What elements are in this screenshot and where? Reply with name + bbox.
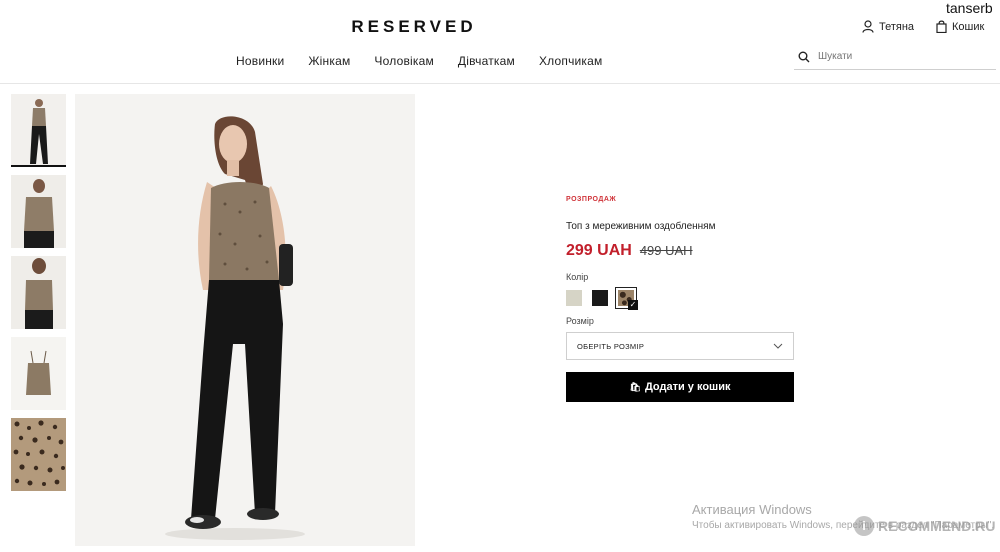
- site-header: RESERVED tanserb Тетяна Кошик Новинки Жі…: [0, 0, 1000, 84]
- nav-item-boys[interactable]: Хлопчикам: [539, 54, 603, 68]
- brand-logo[interactable]: RESERVED: [0, 17, 828, 37]
- bag-icon: [936, 20, 947, 33]
- thumbnail-fabric-detail[interactable]: [11, 418, 66, 491]
- thumbnail-back-view[interactable]: [11, 256, 66, 329]
- search-bar: [794, 44, 996, 70]
- main-product-photo[interactable]: [75, 94, 415, 546]
- size-label: Розмір: [566, 316, 594, 326]
- recommend-logo-icon: i: [854, 516, 874, 536]
- nav-item-men[interactable]: Чоловікам: [374, 54, 434, 68]
- product-title: Топ з мереживним оздобленням: [566, 221, 716, 232]
- color-swatches: ✓: [566, 287, 794, 310]
- nav-item-new[interactable]: Новинки: [236, 54, 284, 68]
- thumbnail-front-closeup[interactable]: [11, 175, 66, 248]
- nav-item-girls[interactable]: Дівчаткам: [458, 54, 515, 68]
- color-swatch-black[interactable]: [592, 290, 608, 306]
- thumbnail-product-flat[interactable]: [11, 337, 66, 410]
- shopping-bag-icon: 🛍: [629, 381, 641, 392]
- sale-badge: РОЗПРОДАЖ: [566, 196, 617, 203]
- thumbnail-gallery: [11, 94, 66, 499]
- recommend-watermark-text: RECOMMEND.RU: [878, 518, 996, 534]
- nav-item-women[interactable]: Жінкам: [308, 54, 350, 68]
- size-dropdown[interactable]: ОБЕРІТЬ РОЗМІР: [566, 332, 794, 360]
- account-link[interactable]: Тетяна: [862, 20, 914, 33]
- thumbnail-full-look[interactable]: [11, 94, 66, 167]
- color-label: Колір: [566, 272, 589, 282]
- user-icon: [862, 20, 874, 33]
- cart-link[interactable]: Кошик: [936, 20, 984, 33]
- chevron-down-icon: [773, 343, 783, 349]
- current-price: 299 UAH: [566, 242, 632, 259]
- color-swatch-leopard[interactable]: ✓: [615, 287, 638, 310]
- main-nav: Новинки Жінкам Чоловікам Дівчаткам Хлопч…: [236, 54, 626, 68]
- add-to-cart-button[interactable]: 🛍 Додати у кошик: [566, 372, 794, 402]
- add-to-cart-label: Додати у кошик: [644, 381, 731, 393]
- user-name: Тетяна: [879, 20, 915, 33]
- color-swatch-beige[interactable]: [566, 290, 582, 306]
- selected-check-icon: ✓: [628, 300, 638, 310]
- recommend-watermark: i RECOMMEND.RU: [854, 516, 995, 536]
- windows-activation-title: Активация Windows: [692, 502, 812, 517]
- cart-label: Кошик: [952, 20, 985, 33]
- old-price: 499 UAH: [639, 243, 693, 258]
- overlay-username: tanserb: [946, 0, 993, 16]
- search-icon[interactable]: [798, 51, 810, 63]
- price-block: 299 UAH 499 UAH: [566, 242, 794, 260]
- size-dropdown-value: ОБЕРІТЬ РОЗМІР: [577, 341, 645, 351]
- search-input[interactable]: [818, 51, 988, 62]
- product-info-panel: РОЗПРОДАЖ Топ з мереживним оздобленням 2…: [566, 196, 794, 402]
